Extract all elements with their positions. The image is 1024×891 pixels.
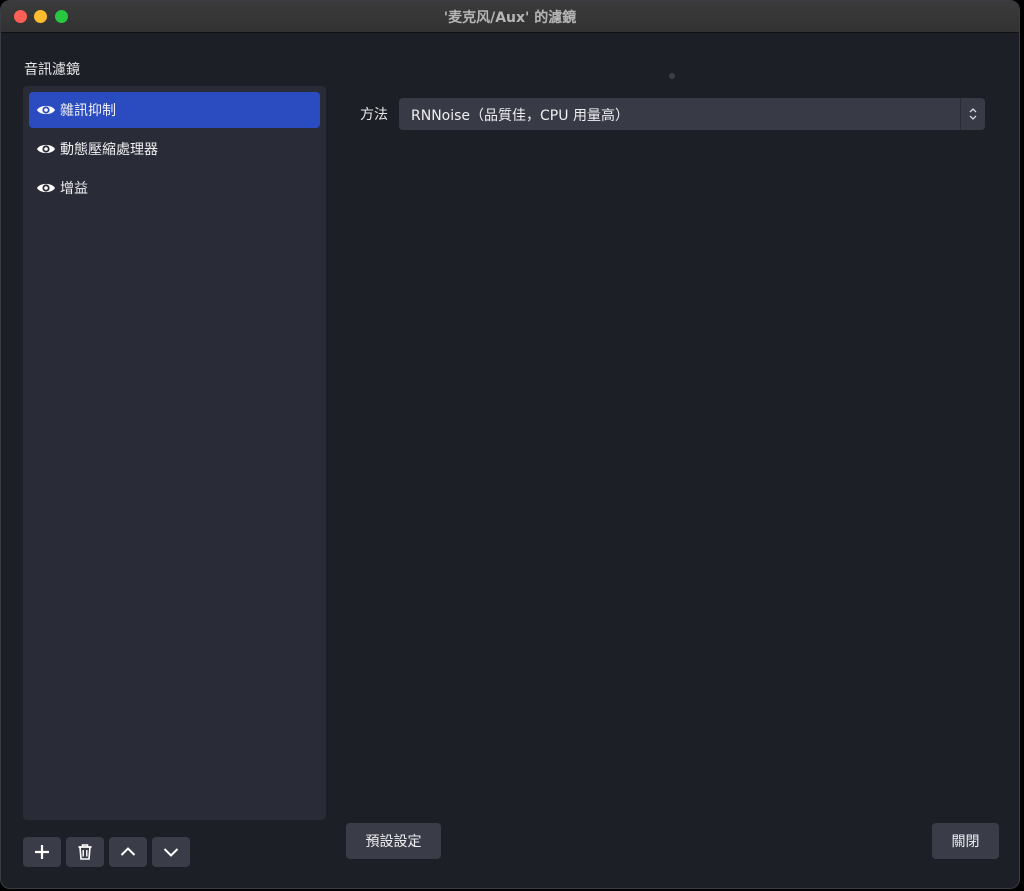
filter-list[interactable]: 雜訊抑制 動態壓縮處理器 增益	[23, 86, 326, 820]
defaults-button[interactable]: 預設設定	[346, 823, 441, 859]
audio-filters-label: 音訊濾鏡	[24, 62, 80, 78]
remove-filter-button[interactable]	[66, 837, 104, 867]
move-filter-up-button[interactable]	[109, 837, 147, 867]
window-title: '麦克风/Aux' 的濾鏡	[443, 10, 577, 26]
filter-item-label: 雜訊抑制	[60, 103, 116, 119]
chevron-up-icon	[120, 847, 136, 856]
eye-icon[interactable]	[36, 181, 56, 195]
filter-item-label: 增益	[60, 181, 88, 197]
method-label: 方法	[360, 107, 388, 123]
filter-item-gain[interactable]: 增益	[29, 170, 320, 206]
filters-window: '麦克风/Aux' 的濾鏡 音訊濾鏡 雜訊抑制 動態壓縮處理器 增益 方法 RN…	[0, 0, 1020, 889]
title-bar[interactable]: '麦克风/Aux' 的濾鏡	[1, 1, 1019, 33]
trash-icon	[78, 844, 92, 860]
eye-icon[interactable]	[36, 103, 56, 117]
filter-item-label: 動態壓縮處理器	[60, 142, 158, 158]
filter-item-noise-suppression[interactable]: 雜訊抑制	[29, 92, 320, 128]
close-button[interactable]: 關閉	[932, 823, 999, 859]
chevron-down-icon	[163, 848, 179, 857]
add-filter-button[interactable]	[23, 837, 61, 867]
method-select-value: RNNoise（品質佳，CPU 用量高）	[411, 108, 629, 124]
plus-icon	[35, 845, 49, 859]
eye-icon[interactable]	[36, 142, 56, 156]
method-select[interactable]: RNNoise（品質佳，CPU 用量高）	[399, 98, 985, 130]
updown-chevron-icon	[960, 98, 985, 130]
filter-item-compressor[interactable]: 動態壓縮處理器	[29, 131, 320, 167]
move-filter-down-button[interactable]	[152, 837, 190, 867]
splitter-handle[interactable]	[669, 73, 675, 79]
